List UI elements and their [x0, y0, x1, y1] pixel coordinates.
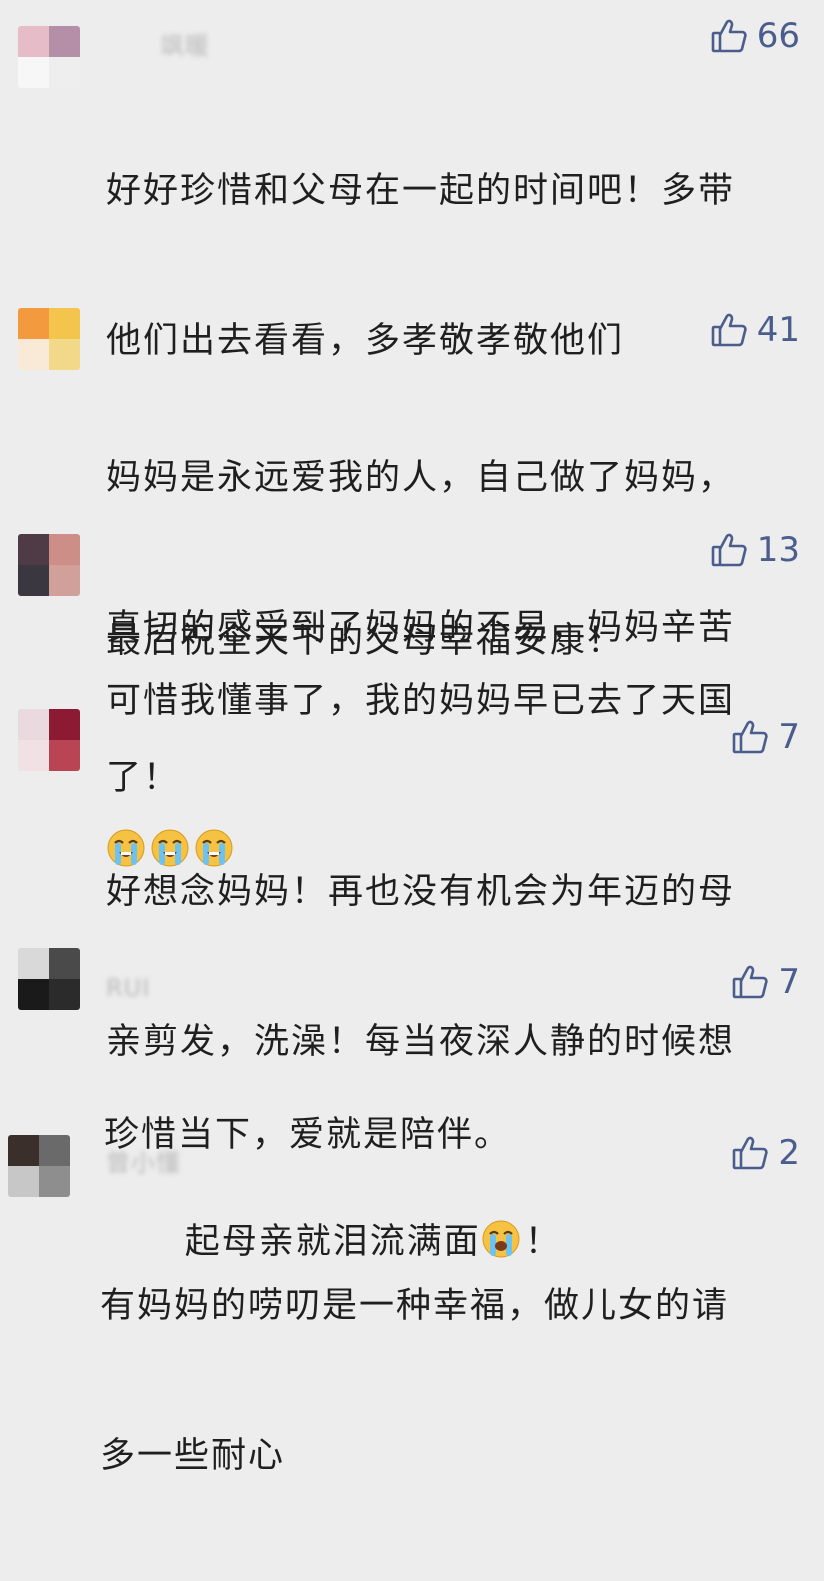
- avatar-pixel: [49, 709, 80, 740]
- username[interactable]: 飒暖: [160, 26, 210, 61]
- comment-line: 有妈妈的唠叨是一种幸福，做儿女的请: [100, 1286, 730, 1326]
- avatar-pixel: [39, 1135, 70, 1166]
- like-button[interactable]: 66: [711, 16, 800, 56]
- avatar-pixel: [18, 709, 49, 740]
- thumbs-up-icon: [711, 533, 747, 567]
- avatar-pixel: [18, 948, 49, 979]
- avatar[interactable]: [18, 26, 80, 88]
- like-count: 66: [756, 16, 800, 56]
- like-button[interactable]: 2: [732, 1133, 800, 1173]
- thumbs-up-icon: [732, 965, 769, 999]
- avatar-pixel: [18, 26, 49, 57]
- avatar-pixel: [8, 1135, 39, 1166]
- comment-item: 7 好想念妈妈！再也没有机会为年迈的母 亲剪发，洗澡！每当夜深人静的时候想 起母…: [0, 705, 824, 1262]
- thumbs-up-icon: [711, 313, 747, 347]
- thumbs-up-icon: [711, 19, 747, 53]
- comment-line: 好好珍惜和父母在一起的时间吧！多带: [106, 171, 736, 211]
- avatar-pixel: [49, 948, 80, 979]
- avatar-pixel: [8, 1166, 39, 1197]
- like-button[interactable]: 7: [732, 717, 800, 757]
- comment-line: 妈妈是永远爱我的人，自己做了妈妈，: [106, 458, 736, 498]
- like-button[interactable]: 13: [711, 530, 800, 570]
- comment-item: 41 妈妈是永远爱我的人，自己做了妈妈， 真切的感受到了妈妈的不易，妈妈辛苦 了…: [0, 290, 824, 798]
- avatar-pixel: [49, 740, 80, 771]
- avatar-pixel: [18, 565, 49, 596]
- like-button[interactable]: 41: [711, 310, 800, 350]
- avatar-pixel: [49, 979, 80, 1010]
- avatar-pixel: [49, 308, 80, 339]
- like-count: 2: [778, 1133, 800, 1173]
- avatar-pixel: [18, 979, 49, 1010]
- avatar-pixel: [49, 534, 80, 565]
- avatar-pixel: [18, 57, 49, 88]
- like-count: 7: [778, 962, 800, 1002]
- comment-item: 13 可惜我懂事了，我的妈妈早已去了天国: [0, 520, 824, 867]
- comment-line: 好想念妈妈！再也没有机会为年迈的母: [106, 872, 736, 912]
- avatar-pixel: [39, 1166, 70, 1197]
- like-count: 7: [778, 717, 800, 757]
- avatar-pixel: [49, 26, 80, 57]
- avatar[interactable]: [18, 948, 80, 1010]
- like-count: 13: [756, 530, 800, 570]
- avatar[interactable]: [18, 709, 80, 771]
- avatar[interactable]: [18, 534, 80, 596]
- avatar-pixel: [49, 339, 80, 370]
- like-count: 41: [756, 310, 800, 350]
- comment-item: RUI 7 珍惜当下，爱就是陪伴。: [0, 940, 824, 1155]
- avatar-pixel: [18, 339, 49, 370]
- comment-item: 曾小懂 2 有妈妈的唠叨是一种幸福，做儿女的请 多一些耐心: [0, 1115, 824, 1476]
- avatar-pixel: [49, 565, 80, 596]
- avatar-pixel: [49, 57, 80, 88]
- comment-item: 飒暖 66 好好珍惜和父母在一起的时间吧！多带 他们出去看看，多孝敬孝敬他们 最…: [0, 0, 824, 661]
- avatar[interactable]: [18, 308, 80, 370]
- avatar-pixel: [18, 534, 49, 565]
- comment-line: 多一些耐心: [100, 1436, 286, 1476]
- avatar-pixel: [18, 740, 49, 771]
- comment-text: 有妈妈的唠叨是一种幸福，做儿女的请 多一些耐心: [100, 1181, 784, 1581]
- thumbs-up-icon: [732, 720, 769, 754]
- avatar[interactable]: [8, 1135, 70, 1197]
- like-button[interactable]: 7: [732, 962, 800, 1002]
- thumbs-up-icon: [732, 1136, 769, 1170]
- username[interactable]: 曾小懂: [106, 1143, 181, 1178]
- avatar-pixel: [18, 308, 49, 339]
- username[interactable]: RUI: [106, 974, 150, 1002]
